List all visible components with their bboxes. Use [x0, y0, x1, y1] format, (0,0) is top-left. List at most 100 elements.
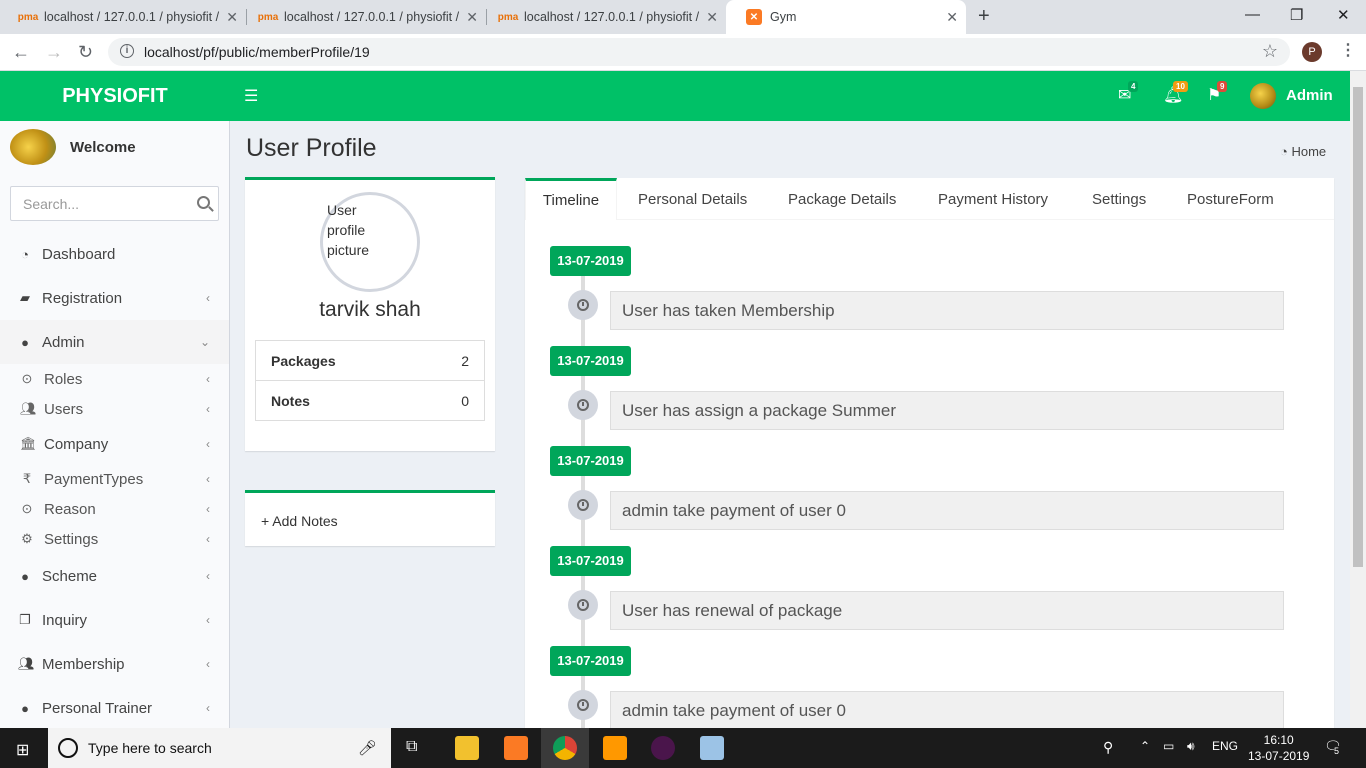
bank-icon: 🏛︎: [20, 436, 37, 451]
chevron-left-icon: ‹: [206, 402, 210, 416]
people-icon[interactable]: ⚲: [1103, 739, 1113, 756]
language-indicator[interactable]: ENG: [1212, 739, 1238, 753]
dashboard-icon: ◔: [1280, 144, 1292, 159]
network-icon[interactable]: ▭: [1163, 739, 1174, 753]
sidebar-item-registration[interactable]: ▰ Registration ‹: [0, 276, 229, 320]
breadcrumb-home[interactable]: Home: [1291, 144, 1326, 159]
scrollbar-thumb[interactable]: [1353, 87, 1363, 567]
rupee-icon: ₹: [22, 471, 32, 486]
search-icon[interactable]: [197, 196, 210, 209]
browser-menu-icon[interactable]: ⋮: [1340, 40, 1356, 60]
sublime-text-icon[interactable]: [603, 736, 627, 760]
timeline-date: 13-07-2019: [550, 446, 631, 476]
sidebar-item-settings[interactable]: ⚙ Settings ‹: [0, 524, 229, 554]
slack-icon[interactable]: [651, 736, 675, 760]
user-name[interactable]: Admin: [1286, 87, 1333, 104]
browser-tab-3[interactable]: pma localhost / 127.0.0.1 / physiofit / …: [480, 0, 726, 34]
tab-postureform[interactable]: PostureForm: [1187, 178, 1274, 220]
bell-icon[interactable]: 🔔︎ 10: [1163, 81, 1188, 105]
mail-count-badge: 4: [1128, 81, 1139, 92]
sidebar-item-inquiry[interactable]: ❐ Inquiry ‹: [0, 598, 229, 642]
close-window-icon[interactable]: ✕: [1337, 6, 1350, 24]
taskbar-clock[interactable]: 16:10 13-07-2019: [1248, 732, 1309, 764]
circle-dot-icon: ⊙: [21, 371, 33, 386]
sidebar-item-label: Reason: [44, 500, 96, 518]
browser-tab-strip: pma localhost / 127.0.0.1 / physiofit / …: [0, 0, 1366, 34]
page-scrollbar[interactable]: [1350, 71, 1366, 728]
new-tab-icon[interactable]: +: [978, 5, 990, 28]
sidebar-item-label: Users: [44, 400, 84, 418]
phpmyadmin-icon: pma: [497, 11, 519, 23]
add-notes-link[interactable]: + Add Notes: [261, 513, 338, 529]
tab-timeline[interactable]: Timeline: [525, 178, 617, 220]
browser-tab-title: localhost / 127.0.0.1 / physiofit /: [44, 10, 220, 24]
sidebar-item-roles[interactable]: ⊙ Roles ‹: [0, 364, 229, 394]
clock-icon: [568, 490, 598, 520]
chevron-left-icon: ‹: [206, 569, 210, 583]
app-icon[interactable]: [700, 736, 724, 760]
chevron-left-icon: ‹: [206, 613, 210, 627]
reload-icon[interactable]: ↻: [78, 42, 93, 63]
sidebar-item-admin[interactable]: ● Admin ⌄: [0, 320, 229, 364]
search-placeholder: Search...: [23, 195, 80, 212]
browser-tab-4[interactable]: ✕ Gym ✕: [726, 0, 966, 34]
profile-name: tarvik shah: [319, 298, 421, 321]
brand-logo[interactable]: PHYSIOFIT: [0, 71, 230, 121]
sidebar-item-users[interactable]: 👥︎ Users ‹: [0, 394, 229, 424]
forward-icon[interactable]: →: [45, 42, 63, 63]
hamburger-menu-icon[interactable]: ☰: [244, 86, 258, 105]
sidebar-item-paymenttypes[interactable]: ₹ PaymentTypes ‹: [0, 464, 229, 494]
action-center-icon[interactable]: 🗨︎ 5: [1324, 738, 1342, 756]
sidebar-item-label: Inquiry: [42, 611, 88, 629]
clock-icon: [568, 290, 598, 320]
taskbar-search-input[interactable]: Type here to search 🎤︎: [48, 728, 391, 768]
stat-label: Packages: [271, 352, 336, 369]
star-icon[interactable]: ☆: [1262, 41, 1278, 62]
sidebar-item-scheme[interactable]: ● Scheme ‹: [0, 554, 229, 598]
breadcrumb[interactable]: ◔ Home: [1280, 144, 1326, 159]
close-icon[interactable]: ✕: [226, 9, 238, 26]
chrome-taskbar-slot[interactable]: [541, 728, 589, 768]
timeline-item: User has assign a package Summer: [610, 391, 1284, 430]
minimize-icon[interactable]: —: [1245, 6, 1260, 23]
task-view-icon[interactable]: ⧉: [406, 738, 417, 756]
chevron-left-icon: ‹: [206, 437, 210, 451]
microphone-icon[interactable]: 🎤︎: [358, 739, 377, 757]
sidebar-item-dashboard[interactable]: ◔ Dashboard: [0, 232, 229, 276]
close-icon[interactable]: ✕: [706, 9, 718, 26]
chevron-left-icon: ‹: [206, 291, 210, 305]
file-explorer-icon[interactable]: [455, 736, 479, 760]
back-icon[interactable]: ←: [12, 42, 30, 63]
circle-dot-icon: ⊙: [21, 501, 33, 516]
info-icon[interactable]: i: [120, 44, 134, 58]
url-input[interactable]: i localhost/pf/public/memberProfile/19 ☆: [108, 38, 1290, 66]
close-icon[interactable]: ✕: [946, 9, 958, 26]
mail-icon[interactable]: ✉ 4: [1118, 81, 1139, 105]
volume-icon[interactable]: 🔊︎: [1187, 739, 1195, 754]
sidebar-item-membership[interactable]: 👥︎ Membership ‹: [0, 642, 229, 686]
sidebar-item-company[interactable]: 🏛︎ Company ‹: [0, 428, 229, 460]
tab-package-details[interactable]: Package Details: [788, 178, 896, 220]
clock-icon: [568, 390, 598, 420]
chevron-left-icon: ‹: [206, 372, 210, 386]
flag-icon[interactable]: ⚑ 9: [1207, 81, 1228, 105]
user-avatar[interactable]: [1250, 83, 1276, 109]
browser-tab-1[interactable]: pma localhost / 127.0.0.1 / physiofit / …: [0, 0, 246, 34]
chevron-up-icon[interactable]: ⌃: [1140, 739, 1150, 753]
windows-taskbar: ⊞ Type here to search 🎤︎ ⧉ ⚲ ⌃ ▭ 🔊︎ ENG …: [0, 728, 1366, 768]
sidebar-item-reason[interactable]: ⊙ Reason ‹: [0, 494, 229, 524]
user-icon: ●: [21, 334, 29, 350]
windows-start-icon[interactable]: ⊞: [16, 740, 29, 760]
restore-icon[interactable]: ❐: [1290, 6, 1303, 24]
close-icon[interactable]: ✕: [466, 9, 478, 26]
timeline-date: 13-07-2019: [550, 646, 631, 676]
xampp-taskbar-icon[interactable]: [504, 736, 528, 760]
tab-payment-history[interactable]: Payment History: [938, 178, 1048, 220]
tab-personal-details[interactable]: Personal Details: [638, 178, 747, 220]
users-icon: 👥︎: [18, 656, 35, 671]
sidebar-search-input[interactable]: Search...: [10, 186, 219, 221]
tab-settings[interactable]: Settings: [1092, 178, 1146, 220]
browser-tab-2[interactable]: pma localhost / 127.0.0.1 / physiofit / …: [240, 0, 486, 34]
sidebar-item-personal-trainer[interactable]: ● Personal Trainer ‹: [0, 686, 229, 728]
browser-profile-avatar[interactable]: P: [1302, 42, 1322, 62]
